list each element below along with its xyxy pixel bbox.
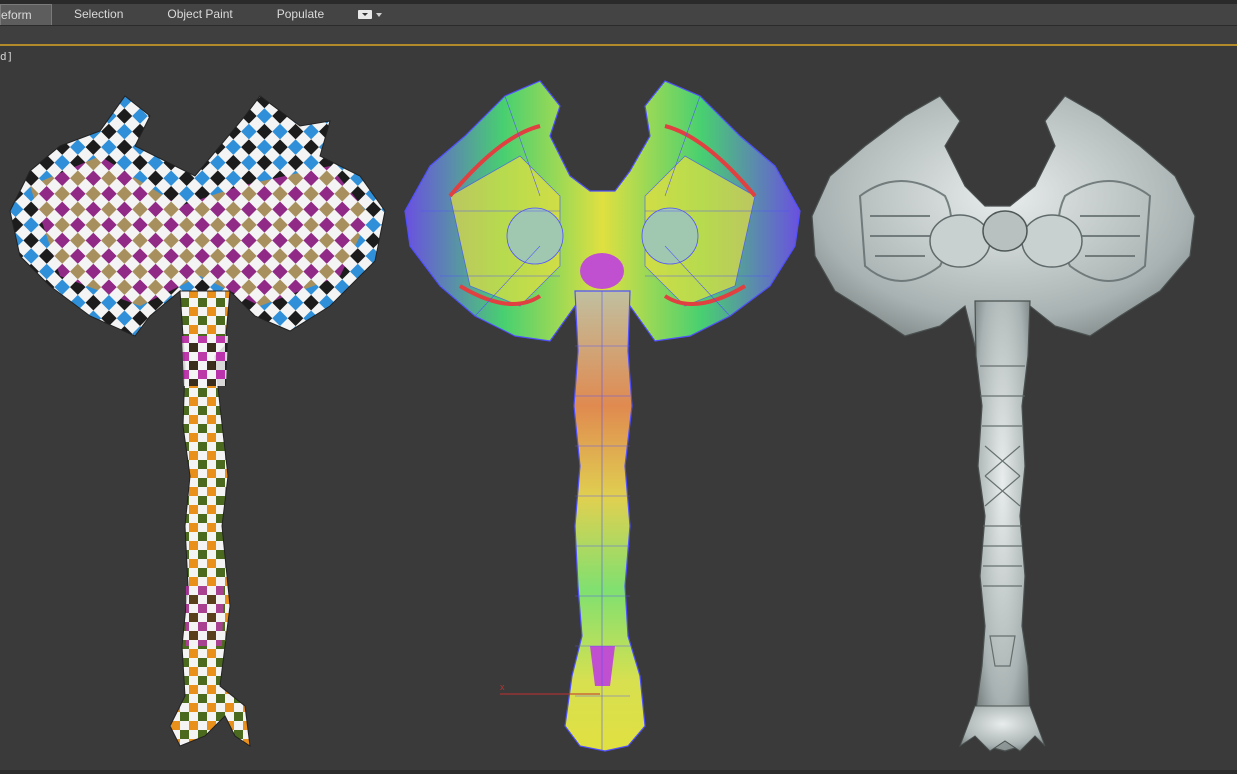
tab-freeform[interactable]: eform — [0, 4, 52, 25]
ribbon-options-dropdown[interactable] — [346, 10, 394, 19]
ribbon-tab-bar: eform Selection Object Paint Populate — [0, 4, 1237, 26]
wireframe-heatmap-axe[interactable] — [404, 80, 801, 752]
tab-object-paint[interactable]: Object Paint — [145, 4, 254, 25]
tab-label: Selection — [74, 7, 124, 21]
tab-populate[interactable]: Populate — [255, 4, 346, 25]
axis-label-x: x — [500, 682, 505, 692]
tab-label: eform — [1, 8, 32, 22]
viewport-scene — [9, 80, 1196, 752]
viewport-bottom-edge — [0, 770, 1237, 774]
tab-label: Object Paint — [167, 7, 233, 21]
tab-selection[interactable]: Selection — [52, 4, 145, 25]
ribbon-panel — [0, 26, 1237, 44]
checker-textured-axe[interactable] — [9, 95, 386, 748]
sculpted-stone-axe[interactable] — [811, 95, 1196, 752]
chevron-down-icon — [376, 12, 383, 17]
tab-label: Populate — [276, 7, 325, 21]
ribbon-options-dropdown-icon — [358, 10, 373, 19]
